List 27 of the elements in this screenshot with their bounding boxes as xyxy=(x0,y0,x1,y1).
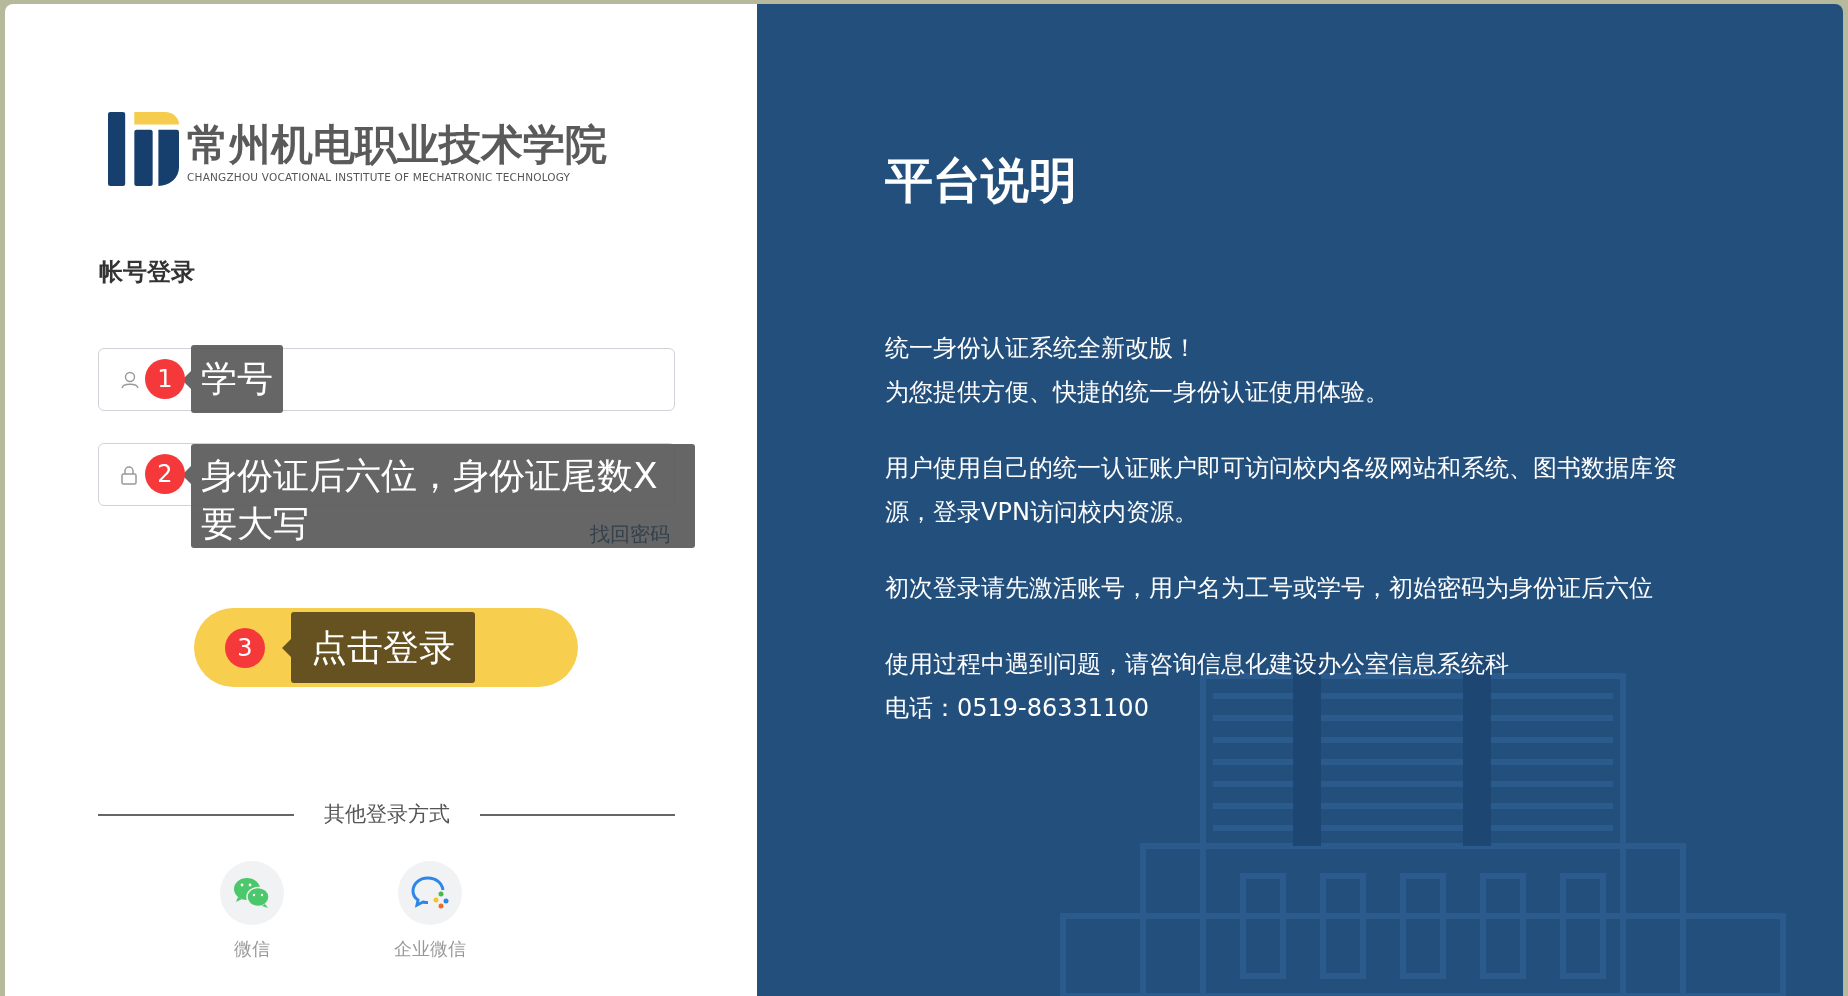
step-number: 1 xyxy=(145,359,185,399)
lock-icon xyxy=(121,464,137,485)
user-icon xyxy=(121,370,139,389)
tooltip-arrow xyxy=(282,639,291,657)
school-name-english: CHANGZHOU VOCATIONAL INSTITUTE OF MECHATRONIC TECHNOLOGY xyxy=(187,170,572,186)
info-text: 初次登录请先激活账号，用户名为工号或学号，初始密码为身份证后六位 xyxy=(885,573,1654,604)
option-label: 微信 xyxy=(234,936,270,961)
chat-bubble-icon xyxy=(411,875,449,910)
step-number: 3 xyxy=(225,628,265,668)
school-name: 常州机电职业技术学院 xyxy=(187,124,607,167)
info-text: 为您提供方便、快捷的统一身份认证使用体验。 xyxy=(885,377,1390,408)
step-number: 2 xyxy=(145,454,185,494)
hint-tooltip: 学号 xyxy=(191,345,283,413)
login-button[interactable]: 3 点击登录 xyxy=(194,608,578,687)
panel-title: 平台说明 xyxy=(885,151,1078,210)
section-title: 其他登录方式 xyxy=(322,801,451,828)
info-text: 电话：0519-86331100 xyxy=(885,693,1150,724)
login-title: 帐号登录 xyxy=(99,257,196,288)
input-field[interactable]: 1 学号 xyxy=(98,348,675,411)
wechat-icon xyxy=(233,876,271,909)
logo-icon xyxy=(108,112,179,186)
info-text: 统一身份认证系统全新改版！ xyxy=(885,333,1198,364)
tooltip-arrow xyxy=(182,371,191,389)
option-label: 企业微信 xyxy=(394,936,466,961)
info-text: 使用过程中遇到问题，请咨询信息化建设办公室信息系统科 xyxy=(885,649,1510,680)
hint-tooltip: 点击登录 xyxy=(291,612,475,683)
info-text: 用户使用自己的统一认证账户即可访问校内各级网站和系统、图书数据库资源，登录VPN访问校内资源。 xyxy=(885,453,1678,528)
